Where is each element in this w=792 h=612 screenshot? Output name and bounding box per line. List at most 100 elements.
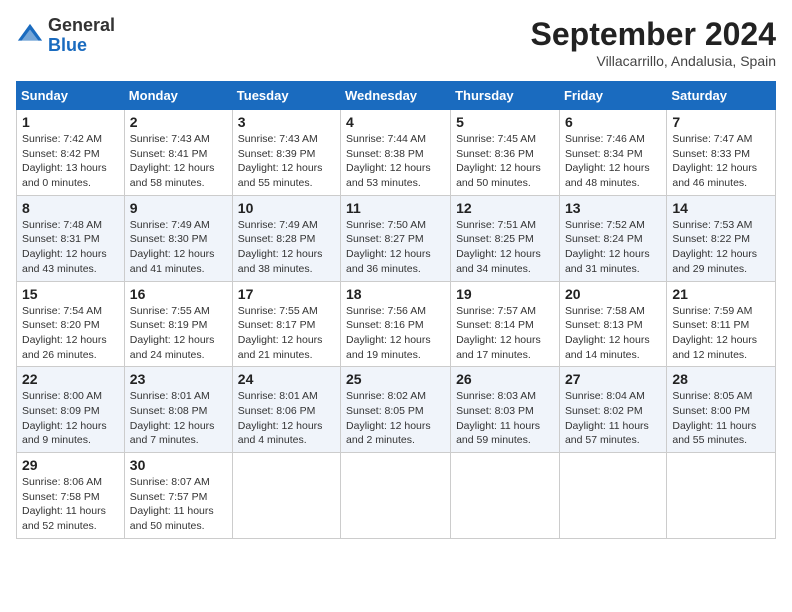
day-number: 5 bbox=[456, 114, 554, 130]
calendar-cell bbox=[667, 453, 776, 539]
day-number: 12 bbox=[456, 200, 554, 216]
calendar-cell: 21 Sunrise: 7:59 AM Sunset: 8:11 PM Dayli… bbox=[667, 281, 776, 367]
calendar-cell: 7Sunrise: 7:47 AM Sunset: 8:33 PM Daylig… bbox=[667, 110, 776, 196]
cell-content: Sunrise: 7:47 AM Sunset: 8:33 PM Dayligh… bbox=[672, 132, 770, 191]
calendar-cell: 2 Sunrise: 7:43 AM Sunset: 8:41 PM Daylig… bbox=[124, 110, 232, 196]
cell-content: Sunrise: 8:01 AM Sunset: 8:08 PM Dayligh… bbox=[130, 389, 227, 448]
calendar-week-row: 22 Sunrise: 8:00 AM Sunset: 8:09 PM Dayli… bbox=[17, 367, 776, 453]
cell-content: Sunrise: 8:06 AM Sunset: 7:58 PM Dayligh… bbox=[22, 475, 119, 534]
cell-content: Sunrise: 7:50 AM Sunset: 8:27 PM Dayligh… bbox=[346, 218, 445, 277]
day-number: 4 bbox=[346, 114, 445, 130]
calendar-header-row: SundayMondayTuesdayWednesdayThursdayFrid… bbox=[17, 82, 776, 110]
calendar-body: 1 Sunrise: 7:42 AM Sunset: 8:42 PM Daylig… bbox=[17, 110, 776, 539]
calendar-cell: 17 Sunrise: 7:55 AM Sunset: 8:17 PM Dayli… bbox=[232, 281, 340, 367]
day-number: 21 bbox=[672, 286, 770, 302]
cell-content: Sunrise: 7:48 AM Sunset: 8:31 PM Dayligh… bbox=[22, 218, 119, 277]
day-number: 1 bbox=[22, 114, 119, 130]
day-number: 22 bbox=[22, 371, 119, 387]
calendar-cell: 6 Sunrise: 7:46 AM Sunset: 8:34 PM Daylig… bbox=[559, 110, 666, 196]
calendar-cell bbox=[451, 453, 560, 539]
cell-content: Sunrise: 8:00 AM Sunset: 8:09 PM Dayligh… bbox=[22, 389, 119, 448]
day-number: 16 bbox=[130, 286, 227, 302]
calendar-cell: 26 Sunrise: 8:03 AM Sunset: 8:03 PM Dayli… bbox=[451, 367, 560, 453]
cell-content: Sunrise: 8:03 AM Sunset: 8:03 PM Dayligh… bbox=[456, 389, 554, 448]
cell-content: Sunrise: 8:05 AM Sunset: 8:00 PM Dayligh… bbox=[672, 389, 770, 448]
day-number: 17 bbox=[238, 286, 335, 302]
day-number: 23 bbox=[130, 371, 227, 387]
cell-content: Sunrise: 8:02 AM Sunset: 8:05 PM Dayligh… bbox=[346, 389, 445, 448]
day-header-thursday: Thursday bbox=[451, 82, 560, 110]
day-number: 28 bbox=[672, 371, 770, 387]
calendar-cell: 22 Sunrise: 8:00 AM Sunset: 8:09 PM Dayli… bbox=[17, 367, 125, 453]
day-number: 27 bbox=[565, 371, 661, 387]
day-number: 9 bbox=[130, 200, 227, 216]
day-number: 14 bbox=[672, 200, 770, 216]
calendar-cell: 12 Sunrise: 7:51 AM Sunset: 8:25 PM Dayli… bbox=[451, 195, 560, 281]
calendar-cell: 5Sunrise: 7:45 AM Sunset: 8:36 PM Daylig… bbox=[451, 110, 560, 196]
logo-text: General Blue bbox=[48, 16, 115, 56]
cell-content: Sunrise: 7:42 AM Sunset: 8:42 PM Dayligh… bbox=[22, 132, 119, 191]
calendar-cell: 4Sunrise: 7:44 AM Sunset: 8:38 PM Daylig… bbox=[341, 110, 451, 196]
cell-content: Sunrise: 7:43 AM Sunset: 8:39 PM Dayligh… bbox=[238, 132, 335, 191]
calendar-cell: 27 Sunrise: 8:04 AM Sunset: 8:02 PM Dayli… bbox=[559, 367, 666, 453]
calendar-cell: 24Sunrise: 8:01 AM Sunset: 8:06 PM Dayli… bbox=[232, 367, 340, 453]
calendar-cell: 10 Sunrise: 7:49 AM Sunset: 8:28 PM Dayli… bbox=[232, 195, 340, 281]
day-number: 24 bbox=[238, 371, 335, 387]
calendar-cell: 30Sunrise: 8:07 AM Sunset: 7:57 PM Dayli… bbox=[124, 453, 232, 539]
day-number: 18 bbox=[346, 286, 445, 302]
cell-content: Sunrise: 7:56 AM Sunset: 8:16 PM Dayligh… bbox=[346, 304, 445, 363]
day-header-wednesday: Wednesday bbox=[341, 82, 451, 110]
day-number: 15 bbox=[22, 286, 119, 302]
cell-content: Sunrise: 7:46 AM Sunset: 8:34 PM Dayligh… bbox=[565, 132, 661, 191]
day-number: 26 bbox=[456, 371, 554, 387]
day-number: 10 bbox=[238, 200, 335, 216]
calendar-cell: 14 Sunrise: 7:53 AM Sunset: 8:22 PM Dayli… bbox=[667, 195, 776, 281]
cell-content: Sunrise: 7:53 AM Sunset: 8:22 PM Dayligh… bbox=[672, 218, 770, 277]
cell-content: Sunrise: 7:43 AM Sunset: 8:41 PM Dayligh… bbox=[130, 132, 227, 191]
cell-content: Sunrise: 8:04 AM Sunset: 8:02 PM Dayligh… bbox=[565, 389, 661, 448]
calendar-cell: 28 Sunrise: 8:05 AM Sunset: 8:00 PM Dayli… bbox=[667, 367, 776, 453]
calendar-week-row: 1 Sunrise: 7:42 AM Sunset: 8:42 PM Daylig… bbox=[17, 110, 776, 196]
day-number: 29 bbox=[22, 457, 119, 473]
calendar-cell: 19 Sunrise: 7:57 AM Sunset: 8:14 PM Dayli… bbox=[451, 281, 560, 367]
calendar-cell: 3 Sunrise: 7:43 AM Sunset: 8:39 PM Daylig… bbox=[232, 110, 340, 196]
day-number: 13 bbox=[565, 200, 661, 216]
day-number: 19 bbox=[456, 286, 554, 302]
day-number: 6 bbox=[565, 114, 661, 130]
calendar-cell: 15 Sunrise: 7:54 AM Sunset: 8:20 PM Dayli… bbox=[17, 281, 125, 367]
cell-content: Sunrise: 7:51 AM Sunset: 8:25 PM Dayligh… bbox=[456, 218, 554, 277]
cell-content: Sunrise: 7:55 AM Sunset: 8:17 PM Dayligh… bbox=[238, 304, 335, 363]
day-header-tuesday: Tuesday bbox=[232, 82, 340, 110]
calendar-cell: 16 Sunrise: 7:55 AM Sunset: 8:19 PM Dayli… bbox=[124, 281, 232, 367]
day-header-friday: Friday bbox=[559, 82, 666, 110]
cell-content: Sunrise: 7:54 AM Sunset: 8:20 PM Dayligh… bbox=[22, 304, 119, 363]
cell-content: Sunrise: 7:49 AM Sunset: 8:28 PM Dayligh… bbox=[238, 218, 335, 277]
calendar-cell: 13 Sunrise: 7:52 AM Sunset: 8:24 PM Dayli… bbox=[559, 195, 666, 281]
calendar-cell bbox=[341, 453, 451, 539]
day-header-sunday: Sunday bbox=[17, 82, 125, 110]
calendar-week-row: 15 Sunrise: 7:54 AM Sunset: 8:20 PM Dayli… bbox=[17, 281, 776, 367]
cell-content: Sunrise: 7:49 AM Sunset: 8:30 PM Dayligh… bbox=[130, 218, 227, 277]
month-title: September 2024 bbox=[531, 16, 776, 53]
logo: General Blue bbox=[16, 16, 115, 56]
cell-content: Sunrise: 8:07 AM Sunset: 7:57 PM Dayligh… bbox=[130, 475, 227, 534]
cell-content: Sunrise: 7:52 AM Sunset: 8:24 PM Dayligh… bbox=[565, 218, 661, 277]
calendar-cell: 23 Sunrise: 8:01 AM Sunset: 8:08 PM Dayli… bbox=[124, 367, 232, 453]
title-area: September 2024 Villacarrillo, Andalusia,… bbox=[531, 16, 776, 69]
calendar-cell: 1 Sunrise: 7:42 AM Sunset: 8:42 PM Daylig… bbox=[17, 110, 125, 196]
day-number: 25 bbox=[346, 371, 445, 387]
day-number: 2 bbox=[130, 114, 227, 130]
day-header-saturday: Saturday bbox=[667, 82, 776, 110]
calendar-cell: 29 Sunrise: 8:06 AM Sunset: 7:58 PM Dayli… bbox=[17, 453, 125, 539]
calendar-cell: 9 Sunrise: 7:49 AM Sunset: 8:30 PM Daylig… bbox=[124, 195, 232, 281]
calendar-cell bbox=[232, 453, 340, 539]
logo-icon bbox=[16, 22, 44, 50]
cell-content: Sunrise: 7:55 AM Sunset: 8:19 PM Dayligh… bbox=[130, 304, 227, 363]
location: Villacarrillo, Andalusia, Spain bbox=[531, 53, 776, 69]
calendar-week-row: 8Sunrise: 7:48 AM Sunset: 8:31 PM Daylig… bbox=[17, 195, 776, 281]
cell-content: Sunrise: 7:57 AM Sunset: 8:14 PM Dayligh… bbox=[456, 304, 554, 363]
cell-content: Sunrise: 7:58 AM Sunset: 8:13 PM Dayligh… bbox=[565, 304, 661, 363]
day-number: 3 bbox=[238, 114, 335, 130]
calendar-cell: 11Sunrise: 7:50 AM Sunset: 8:27 PM Dayli… bbox=[341, 195, 451, 281]
cell-content: Sunrise: 7:59 AM Sunset: 8:11 PM Dayligh… bbox=[672, 304, 770, 363]
